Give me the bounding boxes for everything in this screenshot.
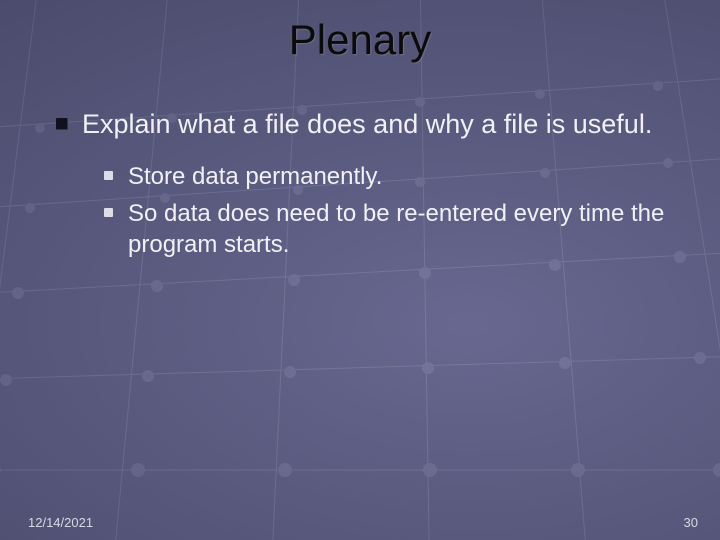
slide-content: Explain what a file does and why a file … [56,108,680,267]
bullet-level2-text: Store data permanently. [128,163,382,190]
slide: Plenary Explain what a file does and why… [0,0,720,540]
footer-date: 12/14/2021 [28,515,93,530]
slide-footer: 12/14/2021 30 [28,515,698,530]
bullet-level1-text: Explain what a file does and why a file … [82,109,652,139]
slide-number: 30 [684,515,698,530]
bullet-level2: Store data permanently. [104,161,680,192]
slide-title: Plenary [0,16,720,64]
sub-bullet-list: Store data permanently. So data does nee… [104,161,680,261]
bullet-level2: So data does need to be re-entered every… [104,198,680,260]
background-shade [0,0,720,540]
bullet-level1: Explain what a file does and why a file … [56,108,680,141]
bullet-level2-text: So data does need to be re-entered every… [128,200,664,258]
slide-title-text: Plenary [289,16,431,63]
